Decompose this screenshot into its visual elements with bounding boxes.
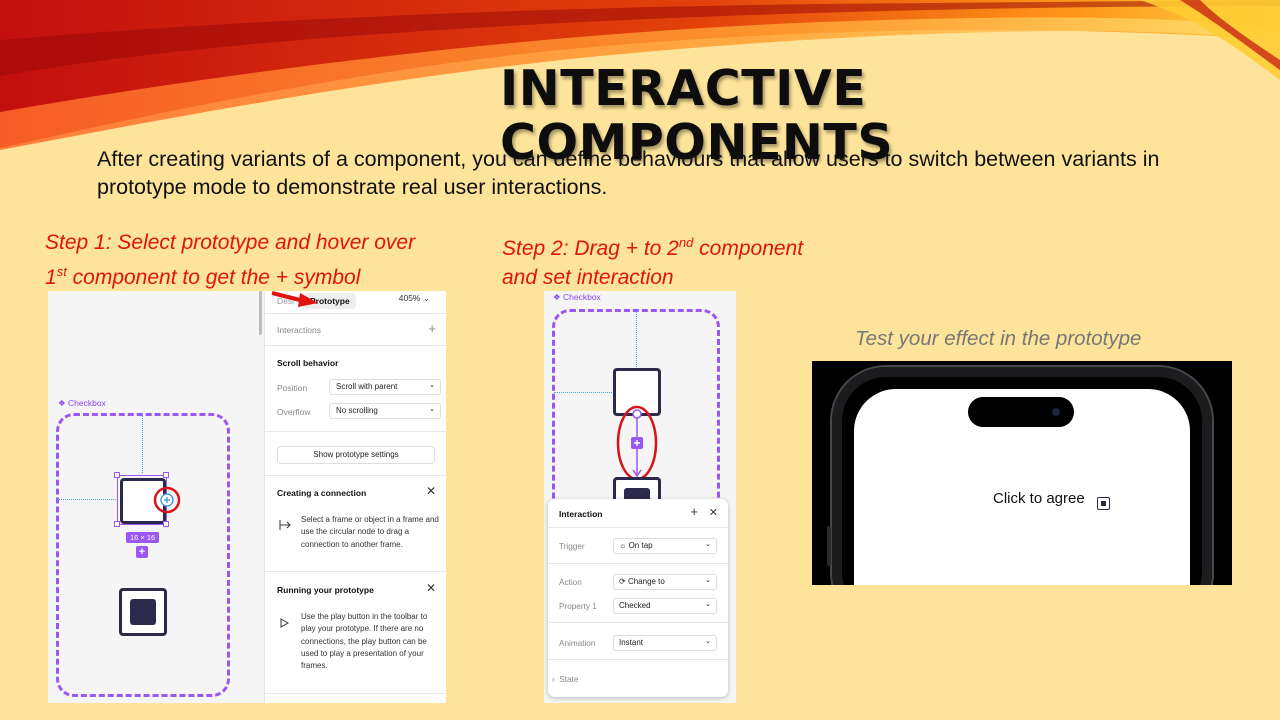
chevron-down-icon: ⌄ <box>705 601 711 608</box>
component-icon: ❖ <box>58 398 66 408</box>
phone-side-button <box>827 526 831 566</box>
play-icon <box>280 618 289 628</box>
add-variant-button[interactable]: + <box>136 546 148 558</box>
divider <box>265 693 446 694</box>
prototype-panel: Desi Prototype 405% ⌄ Interactions + Scro… <box>259 291 446 703</box>
divider <box>548 563 728 564</box>
step2-caption: Step 2: Drag + to 2nd component and set … <box>502 228 862 292</box>
property-label: Property 1 <box>559 602 597 611</box>
checkbox-mark <box>1100 500 1106 506</box>
scroll-behavior-heading: Scroll behavior <box>277 358 339 368</box>
component-label[interactable]: ❖ Checkbox <box>553 292 601 303</box>
divider <box>265 345 446 346</box>
interactions-row: Interactions + <box>277 321 436 336</box>
resize-handle[interactable] <box>163 472 169 478</box>
agree-checkbox[interactable] <box>1097 497 1110 510</box>
step1-line1: Step 1: Select prototype and hover over <box>45 231 416 254</box>
overflow-row: Overflow No scrolling ⌄ <box>277 403 441 419</box>
connection-drag-highlight[interactable] <box>614 403 660 483</box>
component-icon: ❖ <box>553 292 561 302</box>
action-label: Action <box>559 578 582 587</box>
running-prototype-text: Use the play button in the toolbar to pl… <box>301 612 428 671</box>
checkbox-checked-variant[interactable] <box>119 588 167 636</box>
tap-icon: ☼ <box>619 541 627 550</box>
size-badge: 16 × 16 <box>126 532 160 543</box>
zoom-level[interactable]: 405% ⌄ <box>399 293 430 304</box>
close-icon[interactable]: ✕ <box>709 506 718 519</box>
chevron-down-icon: ⌄ <box>705 638 711 645</box>
chevron-down-icon: ⌄ <box>422 293 430 303</box>
chevron-down-icon: ⌄ <box>429 406 435 413</box>
add-icon[interactable]: + <box>690 504 698 519</box>
divider <box>548 527 728 528</box>
close-icon[interactable]: ✕ <box>426 484 436 498</box>
creating-connection-title: Creating a connection <box>277 488 367 498</box>
slide-body-text: After creating variants of a component, … <box>97 147 1160 199</box>
interaction-panel: Interaction + ✕ Trigger ☼ On tap ⌄ Action… <box>548 499 728 697</box>
connection-icon <box>279 520 291 530</box>
test-caption: Test your effect in the prototype <box>855 327 1142 350</box>
phone-frame <box>832 367 1212 585</box>
connection-node-highlight[interactable] <box>152 485 182 515</box>
guide-line <box>554 392 612 393</box>
show-prototype-settings-button[interactable]: Show prototype settings <box>277 446 435 464</box>
resize-handle[interactable] <box>163 521 169 527</box>
swap-icon: ⟳ <box>619 577 626 586</box>
divider <box>265 475 446 476</box>
interaction-panel-title: Interaction <box>559 509 603 519</box>
chevron-down-icon: ⌄ <box>705 577 711 584</box>
divider <box>265 571 446 572</box>
chevron-down-icon: ⌄ <box>429 382 435 389</box>
guide-line <box>142 415 143 473</box>
red-arrow-pointer <box>271 291 318 307</box>
resize-handle[interactable] <box>114 472 120 478</box>
chevron-right-icon: › <box>552 675 555 684</box>
creating-connection-text: Select a frame or object in a frame and … <box>301 515 439 549</box>
divider <box>548 622 728 623</box>
step2-line2: and set interaction <box>502 266 674 289</box>
resize-handle[interactable] <box>114 521 120 527</box>
position-row: Position Scroll with parent ⌄ <box>277 379 441 395</box>
figma-canvas[interactable]: ❖ Checkbox 16 × 16 + <box>48 291 264 703</box>
close-icon[interactable]: ✕ <box>426 581 436 595</box>
overflow-select[interactable]: No scrolling ⌄ <box>329 403 441 419</box>
running-prototype-title: Running your prototype <box>277 585 374 595</box>
trigger-label: Trigger <box>559 542 585 551</box>
figma-prototype-screenshot: ❖ Checkbox 16 × 16 + Desi Prototype 405% … <box>48 291 446 703</box>
prototype-phone-preview: Click to agree <box>812 361 1232 585</box>
divider <box>265 431 446 432</box>
step1-line2: 1st component to get the + symbol <box>45 264 361 289</box>
step1-caption: Step 1: Select prototype and hover over … <box>45 228 465 292</box>
figma-interaction-screenshot: ❖ Checkbox Interaction + ✕ Trigger ☼ On … <box>544 291 736 703</box>
chevron-down-icon: ⌄ <box>705 541 711 548</box>
state-row[interactable]: › State <box>552 675 578 684</box>
guide-line <box>58 499 118 500</box>
property-select[interactable]: Checked ⌄ <box>613 598 717 614</box>
step2-line1: Step 2: Drag + to 2nd component <box>502 235 804 260</box>
divider <box>265 313 446 314</box>
divider <box>548 659 728 660</box>
component-label[interactable]: ❖ Checkbox <box>58 398 106 409</box>
animation-select[interactable]: Instant ⌄ <box>613 635 717 651</box>
agree-label: Click to agree <box>993 490 1085 507</box>
guide-line <box>636 311 637 367</box>
action-select[interactable]: ⟳ Change to ⌄ <box>613 574 717 590</box>
animation-label: Animation <box>559 639 596 648</box>
camera-icon <box>1052 408 1060 416</box>
position-select[interactable]: Scroll with parent ⌄ <box>329 379 441 395</box>
dynamic-island <box>968 397 1074 427</box>
trigger-select[interactable]: ☼ On tap ⌄ <box>613 538 717 554</box>
add-icon[interactable]: + <box>428 321 436 336</box>
scrollbar[interactable] <box>259 291 262 335</box>
checkbox-fill <box>130 599 156 625</box>
